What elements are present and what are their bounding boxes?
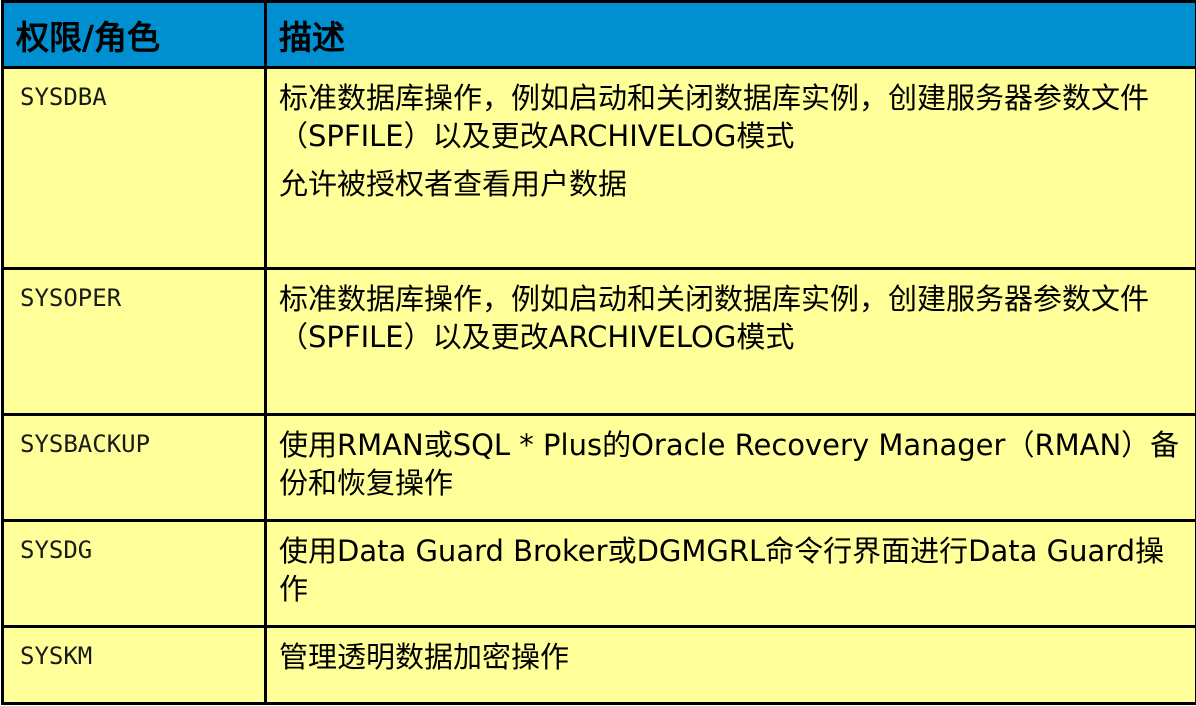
role-cell: SYSDG — [1, 519, 267, 628]
table-row: SYSDG 使用Data Guard Broker或DGMGRL命令行界面进行D… — [1, 519, 1196, 628]
description-line: 允许被授权者查看用户数据 — [279, 167, 628, 201]
description-cell: 使用Data Guard Broker或DGMGRL命令行界面进行Data Gu… — [264, 519, 1196, 628]
description-cell: 使用RMAN或SQL * Plus的Oracle Recovery Manage… — [264, 413, 1196, 522]
description-line: 管理透明数据加密操作 — [279, 640, 570, 674]
role-cell: SYSBACKUP — [1, 413, 267, 522]
description-line: 标准数据库操作，例如启动和关闭数据库实例，创建服务器参数文件（SPFILE）以及… — [279, 282, 1150, 354]
description-cell: 标准数据库操作，例如启动和关闭数据库实例，创建服务器参数文件（SPFILE）以及… — [264, 66, 1196, 270]
description-line: 使用Data Guard Broker或DGMGRL命令行界面进行Data Gu… — [279, 534, 1165, 606]
header-row: 权限/角色 描述 — [1, 0, 1196, 69]
description-line: 使用RMAN或SQL * Plus的Oracle Recovery Manage… — [279, 428, 1180, 500]
role-cell: SYSKM — [1, 625, 267, 705]
role-column-header: 权限/角色 — [1, 0, 267, 69]
description-cell: 标准数据库操作，例如启动和关闭数据库实例，创建服务器参数文件（SPFILE）以及… — [264, 267, 1196, 416]
description-column-header: 描述 — [264, 0, 1196, 69]
table-row: SYSOPER 标准数据库操作，例如启动和关闭数据库实例，创建服务器参数文件（S… — [1, 267, 1196, 416]
privileges-table: 权限/角色 描述 SYSDBA 标准数据库操作，例如启动和关闭数据库实例，创建服… — [1, 0, 1196, 705]
table-row: SYSBACKUP 使用RMAN或SQL * Plus的Oracle Recov… — [1, 413, 1196, 522]
table-row: SYSDBA 标准数据库操作，例如启动和关闭数据库实例，创建服务器参数文件（SP… — [1, 66, 1196, 270]
role-cell: SYSOPER — [1, 267, 267, 416]
description-line: 标准数据库操作，例如启动和关闭数据库实例，创建服务器参数文件（SPFILE）以及… — [279, 81, 1150, 153]
description-cell: 管理透明数据加密操作 — [264, 625, 1196, 705]
role-cell: SYSDBA — [1, 66, 267, 270]
table-row: SYSKM 管理透明数据加密操作 — [1, 625, 1196, 705]
